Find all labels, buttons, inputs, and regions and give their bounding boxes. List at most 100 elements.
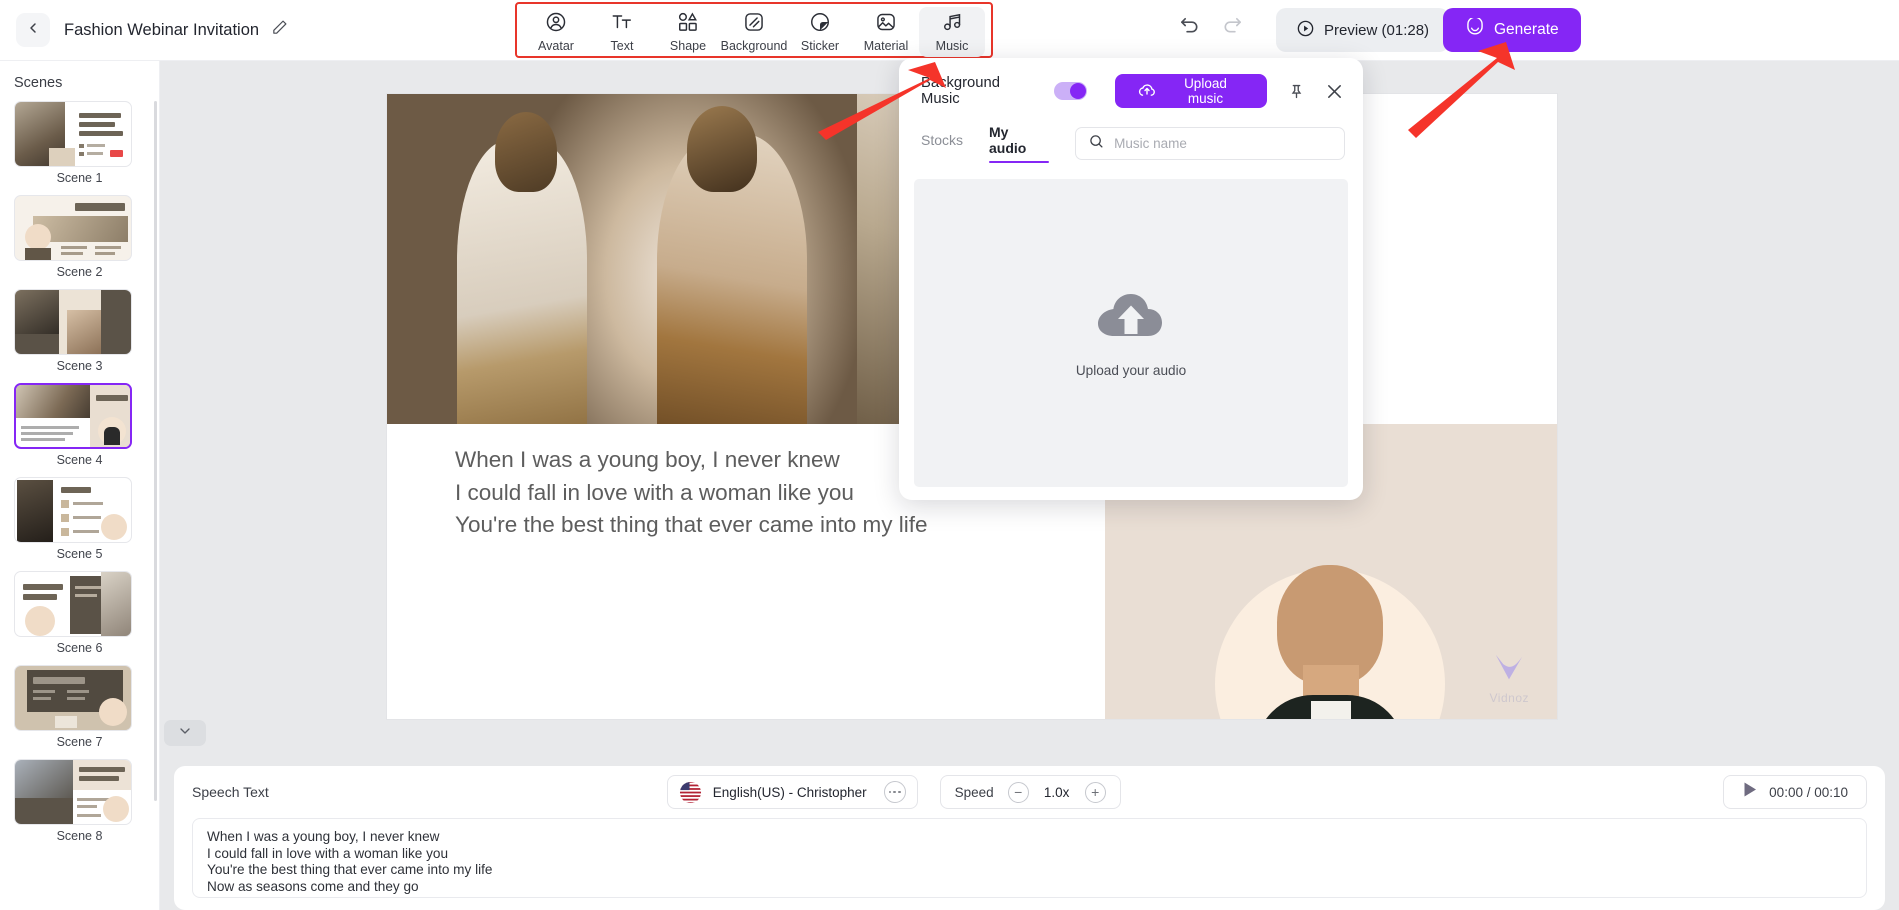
cloud-upload-icon <box>1137 80 1157 103</box>
speech-text-label: Speech Text <box>192 784 269 800</box>
speech-toolbar: Speech Text English(US) - Christopher Sp… <box>174 766 1885 818</box>
scene-item-3[interactable]: Scene 3 <box>14 289 145 373</box>
speech-panel: Speech Text English(US) - Christopher Sp… <box>160 756 1899 910</box>
tool-background[interactable]: Background <box>721 7 787 57</box>
play-circle-icon <box>1296 19 1315 42</box>
chevron-left-icon <box>25 20 41 41</box>
top-bar: Fashion Webinar Invitation Avatar Text S… <box>0 0 1899 61</box>
history-controls <box>1178 14 1244 37</box>
scene-thumbnail[interactable] <box>14 195 132 261</box>
tool-avatar-label: Avatar <box>538 39 574 54</box>
speed-value: 1.0x <box>1043 784 1070 800</box>
tool-sticker[interactable]: Sticker <box>787 7 853 57</box>
search-icon <box>1088 133 1105 155</box>
music-panel-tabs: Stocks My audio <box>899 108 1363 163</box>
preview-label: Preview (01:28) <box>1324 21 1430 39</box>
music-note-icon <box>941 11 963 36</box>
scene-label: Scene 4 <box>56 453 103 467</box>
scene-label: Scene 6 <box>56 641 103 655</box>
us-flag-icon <box>678 780 702 804</box>
tool-music[interactable]: Music <box>919 7 985 57</box>
sticker-icon <box>809 11 831 36</box>
speed-increase-button[interactable]: + <box>1084 781 1106 803</box>
scene-thumbnail[interactable] <box>14 759 132 825</box>
cloud-upload-filled-icon <box>1094 288 1168 349</box>
scene-item-4[interactable]: Scene 4 <box>14 383 145 467</box>
toggle-knob <box>1069 83 1086 99</box>
preview-button[interactable]: Preview (01:28) <box>1276 8 1450 52</box>
generate-button[interactable]: Generate <box>1443 8 1581 52</box>
voice-more-button[interactable] <box>883 781 906 803</box>
page-title: Fashion Webinar Invitation <box>64 20 260 39</box>
tool-music-label: Music <box>935 39 969 54</box>
scene-thumbnail[interactable] <box>14 289 132 355</box>
background-icon <box>743 11 765 36</box>
pin-panel-button[interactable] <box>1287 82 1306 101</box>
tool-material[interactable]: Material <box>853 7 919 57</box>
edit-title-button[interactable] <box>271 19 288 41</box>
scene-thumbnail[interactable] <box>14 571 132 637</box>
scene-item-5[interactable]: Scene 5 <box>14 477 145 561</box>
scenes-sidebar: Scenes Scene 1 Scene 2 Scene 3 Scene 4 S… <box>0 61 160 910</box>
pencil-icon <box>271 19 288 41</box>
scene-item-8[interactable]: Scene 8 <box>14 759 145 843</box>
scene-label: Scene 3 <box>56 359 103 373</box>
voice-selector[interactable]: English(US) - Christopher <box>666 775 918 809</box>
avatar-icon <box>545 11 567 36</box>
scene-label: Scene 1 <box>56 171 103 185</box>
sidebar-title: Scenes <box>14 75 63 91</box>
scene-thumbnail[interactable] <box>14 101 132 167</box>
generate-label: Generate <box>1494 21 1559 38</box>
tab-my-audio[interactable]: My audio <box>989 124 1050 163</box>
speech-card: Speech Text English(US) - Christopher Sp… <box>174 766 1885 910</box>
speed-decrease-button[interactable]: − <box>1007 781 1029 803</box>
scene-label: Scene 8 <box>56 829 103 843</box>
speed-control: Speed − 1.0x + <box>939 775 1121 809</box>
tool-avatar[interactable]: Avatar <box>523 7 589 57</box>
scene-thumbnail[interactable] <box>14 665 132 731</box>
speed-label: Speed <box>954 784 994 800</box>
audio-dropzone[interactable]: Upload your audio <box>914 179 1348 487</box>
shape-icon <box>677 11 699 36</box>
scene-thumbnail[interactable] <box>14 383 132 449</box>
tool-material-label: Material <box>863 39 909 54</box>
tool-background-label: Background <box>720 39 788 54</box>
upload-music-label: Upload music <box>1184 76 1227 106</box>
undo-button[interactable] <box>1178 14 1201 37</box>
speech-text-input[interactable]: When I was a young boy, I never knew I c… <box>192 818 1867 898</box>
tool-text-label: Text <box>610 39 634 54</box>
scene-label: Scene 5 <box>56 547 103 561</box>
play-icon <box>1742 781 1758 803</box>
scene-label: Scene 7 <box>56 735 103 749</box>
scene-thumbnail[interactable] <box>14 477 132 543</box>
audio-player[interactable]: 00:00 / 00:10 <box>1723 775 1867 809</box>
background-music-panel: Background Music Upload music Stocks My … <box>899 58 1363 500</box>
dropzone-label: Upload your audio <box>1075 363 1187 378</box>
search-input[interactable] <box>1114 136 1332 151</box>
music-panel-header: Background Music Upload music <box>899 58 1363 108</box>
playback-time: 00:00 / 00:10 <box>1769 784 1848 800</box>
scene-item-1[interactable]: Scene 1 <box>14 101 145 185</box>
chevron-down-icon <box>177 723 193 744</box>
scene-item-6[interactable]: Scene 6 <box>14 571 145 655</box>
close-panel-button[interactable] <box>1324 81 1345 102</box>
material-icon <box>875 11 897 36</box>
sidebar-scrollbar[interactable] <box>154 101 157 801</box>
tool-text[interactable]: Text <box>589 7 655 57</box>
app-root: Fashion Webinar Invitation Avatar Text S… <box>0 0 1899 910</box>
tool-sticker-label: Sticker <box>800 39 840 54</box>
background-music-toggle[interactable] <box>1053 82 1087 100</box>
music-search[interactable] <box>1075 127 1345 160</box>
redo-button[interactable] <box>1221 14 1244 37</box>
tab-stocks[interactable]: Stocks <box>921 132 963 155</box>
edit-toolbar: Avatar Text Shape Background Sticker Mat… <box>515 2 993 58</box>
sparkle-icon <box>1465 16 1485 43</box>
scene-item-2[interactable]: Scene 2 <box>14 195 145 279</box>
tool-shape[interactable]: Shape <box>655 7 721 57</box>
scene-list: Scene 1 Scene 2 Scene 3 Scene 4 Scene 5 … <box>0 101 159 843</box>
collapse-panel-button[interactable] <box>164 720 206 746</box>
upload-music-button[interactable]: Upload music <box>1114 74 1267 108</box>
scene-item-7[interactable]: Scene 7 <box>14 665 145 749</box>
scene-label: Scene 2 <box>56 265 103 279</box>
back-button[interactable] <box>16 13 50 47</box>
